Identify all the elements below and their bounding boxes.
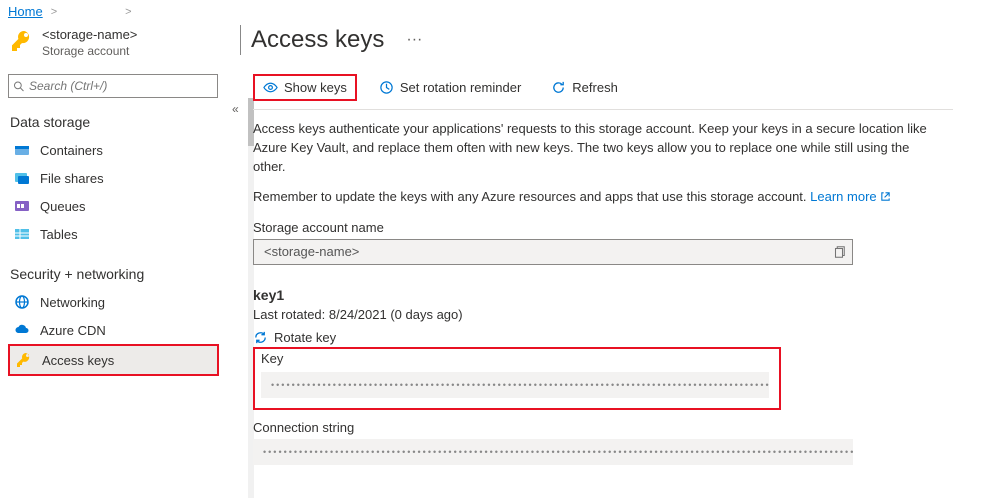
sidebar-item-label: Azure CDN [40,323,106,338]
description-text: Access keys authenticate your applicatio… [253,110,963,177]
toolbar-button-label: Refresh [572,80,618,95]
table-icon [14,226,30,242]
key1-header: key1 [253,287,997,303]
resource-block: <storage-name> Storage account [0,21,240,64]
refresh-icon [551,80,566,95]
rotate-key-label: Rotate key [274,330,336,345]
chevron-right-icon: > [125,6,131,18]
page-title: Access keys [251,26,384,54]
page-title-block: Access keys ··· [240,21,428,55]
key-icon [16,352,32,368]
sidebar: Data storage Containers File shares Queu… [0,64,225,465]
key-value-field: ••••••••••••••••••••••••••••••••••••••••… [261,372,769,398]
key-icon [10,29,34,53]
rotate-key-button[interactable]: Rotate key [253,330,997,345]
sidebar-section-data-storage: Data storage [8,108,225,136]
eye-icon [263,80,278,95]
sidebar-item-networking[interactable]: Networking [8,288,225,316]
sidebar-item-azure-cdn[interactable]: Azure CDN [8,316,225,344]
connection-string-label: Connection string [253,420,997,435]
container-icon [14,142,30,158]
resource-name: <storage-name> [42,27,137,42]
toolbar: Show keys Set rotation reminder Refresh [253,64,953,110]
toolbar-button-label: Show keys [284,80,347,95]
more-menu-button[interactable]: ··· [400,29,428,51]
key-label: Key [261,351,773,366]
sidebar-item-file-shares[interactable]: File shares [8,164,225,192]
main-content: Show keys Set rotation reminder Refresh … [225,64,997,465]
search-input[interactable] [29,79,213,93]
sidebar-item-label: Tables [40,227,78,242]
cdn-icon [14,322,30,338]
desc2-text: Remember to update the keys with any Azu… [253,189,810,204]
external-link-icon [880,191,891,202]
rotate-icon [253,330,268,345]
connection-string-field: ••••••••••••••••••••••••••••••••••••••••… [253,439,853,465]
resource-type: Storage account [42,44,137,58]
sidebar-item-label: Access keys [42,353,114,368]
networking-icon [14,294,30,310]
show-keys-button[interactable]: Show keys [253,74,357,101]
sidebar-item-containers[interactable]: Containers [8,136,225,164]
learn-more-link[interactable]: Learn more [810,189,891,204]
sidebar-item-label: Queues [40,199,86,214]
storage-account-name-field: <storage-name> [253,239,853,265]
search-input-wrap[interactable] [8,74,218,98]
description-text-2: Remember to update the keys with any Azu… [253,177,997,204]
last-rotated-text: Last rotated: 8/24/2021 (0 days ago) [253,307,997,322]
breadcrumb: Home > > [0,0,997,21]
sidebar-item-queues[interactable]: Queues [8,192,225,220]
set-rotation-reminder-button[interactable]: Set rotation reminder [371,76,529,99]
clock-icon [379,80,394,95]
header: <storage-name> Storage account Access ke… [0,21,997,64]
sidebar-section-security: Security + networking [8,260,225,288]
sidebar-item-label: File shares [40,171,104,186]
learn-more-label: Learn more [810,189,876,204]
refresh-button[interactable]: Refresh [543,76,626,99]
sidebar-item-tables[interactable]: Tables [8,220,225,248]
queue-icon [14,198,30,214]
copy-icon[interactable] [832,245,846,259]
fileshare-icon [14,170,30,186]
search-icon [13,80,25,93]
toolbar-button-label: Set rotation reminder [400,80,521,95]
sidebar-item-access-keys[interactable]: Access keys [10,346,217,374]
sidebar-item-label: Containers [40,143,103,158]
title-divider [240,25,241,55]
key-field-highlight: Key ••••••••••••••••••••••••••••••••••••… [253,347,781,410]
chevron-right-icon: > [51,6,57,18]
storage-account-name-label: Storage account name [253,220,997,235]
storage-account-name-value: <storage-name> [264,244,359,259]
sidebar-item-label: Networking [40,295,105,310]
breadcrumb-home-link[interactable]: Home [8,4,43,19]
